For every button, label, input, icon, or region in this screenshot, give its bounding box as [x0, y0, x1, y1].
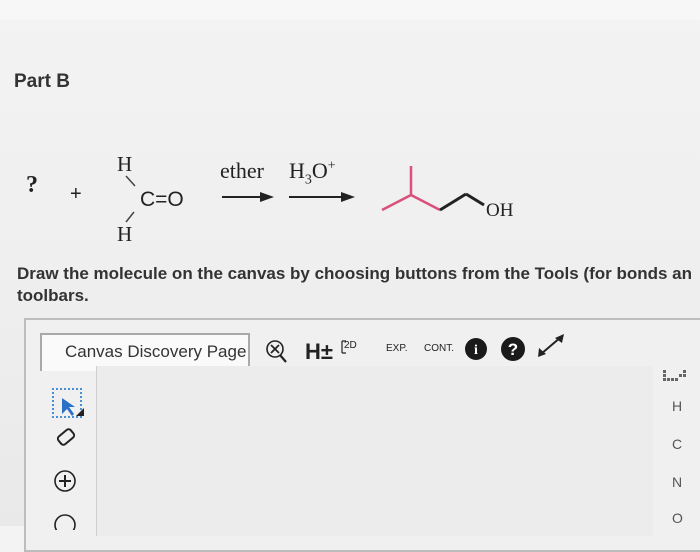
help-glyph: ? [508, 340, 518, 359]
reaction-arrow-step1 [222, 192, 274, 202]
periodic-table-icon[interactable] [662, 368, 688, 382]
2d-bracket-icon [341, 340, 346, 354]
unknown-reactant: ? [26, 172, 38, 198]
eraser-tool-button[interactable] [52, 424, 82, 454]
help-button[interactable]: ? [500, 336, 526, 368]
element-h-button[interactable]: H [672, 398, 682, 414]
plus-sign: + [70, 183, 82, 205]
instructions-line-1: Draw the molecule on the canvas by choos… [17, 264, 693, 283]
left-toolbar [38, 370, 94, 540]
drawing-canvas[interactable] [96, 366, 653, 536]
element-n-button[interactable]: N [672, 474, 682, 490]
positive-charge-button[interactable] [52, 468, 82, 498]
info-icon: i [465, 338, 487, 360]
clear-icon [266, 340, 287, 363]
part-title: Part B [14, 71, 70, 92]
carbonyl-group: C=O [140, 188, 184, 211]
info-button[interactable]: i [464, 337, 488, 367]
fullscreen-button[interactable] [536, 332, 566, 364]
select-tool-button[interactable] [52, 388, 84, 418]
hydronium-subscript: 3 [304, 172, 312, 188]
expand-button[interactable]: EXP. [386, 339, 408, 354]
select-arrow-icon [62, 398, 84, 416]
eraser-icon [56, 428, 76, 446]
reagent-ether: ether [220, 158, 264, 183]
top-bar [0, 0, 700, 20]
help-icon: ? [501, 337, 525, 361]
element-c-button[interactable]: C [672, 436, 682, 452]
minus-charge-icon [54, 514, 76, 530]
plus-charge-icon [54, 470, 76, 492]
instructions: Draw the molecule on the canvas by choos… [17, 263, 700, 307]
canvas-discovery-tab-label: Canvas Discovery Page [65, 342, 247, 361]
hydrogen-toggle-button[interactable]: H± [305, 339, 333, 365]
product-structure: OH [376, 162, 526, 232]
contract-label: CONT. [424, 343, 454, 354]
expand-arrows-icon [538, 334, 564, 357]
hydroxyl-label: OH [486, 200, 514, 221]
hydrogen-bottom: H [117, 222, 133, 246]
reaction-arrow-step2 [289, 192, 355, 202]
hydronium-charge: + [327, 158, 336, 174]
hydronium-o: O [311, 158, 328, 183]
hydronium-h: H [289, 158, 305, 183]
expand-label: EXP. [386, 343, 408, 354]
instructions-line-2: toolbars. [17, 286, 89, 305]
contract-button[interactable]: CONT. [424, 339, 454, 354]
2d-clean-button[interactable]: 2D [341, 340, 357, 354]
negative-charge-button[interactable] [52, 510, 82, 530]
info-glyph: i [474, 343, 478, 358]
formaldehyde-structure: H C=O H [104, 150, 214, 246]
element-o-button[interactable]: O [672, 510, 683, 526]
reagent-hydronium: H3O+ [289, 158, 336, 188]
